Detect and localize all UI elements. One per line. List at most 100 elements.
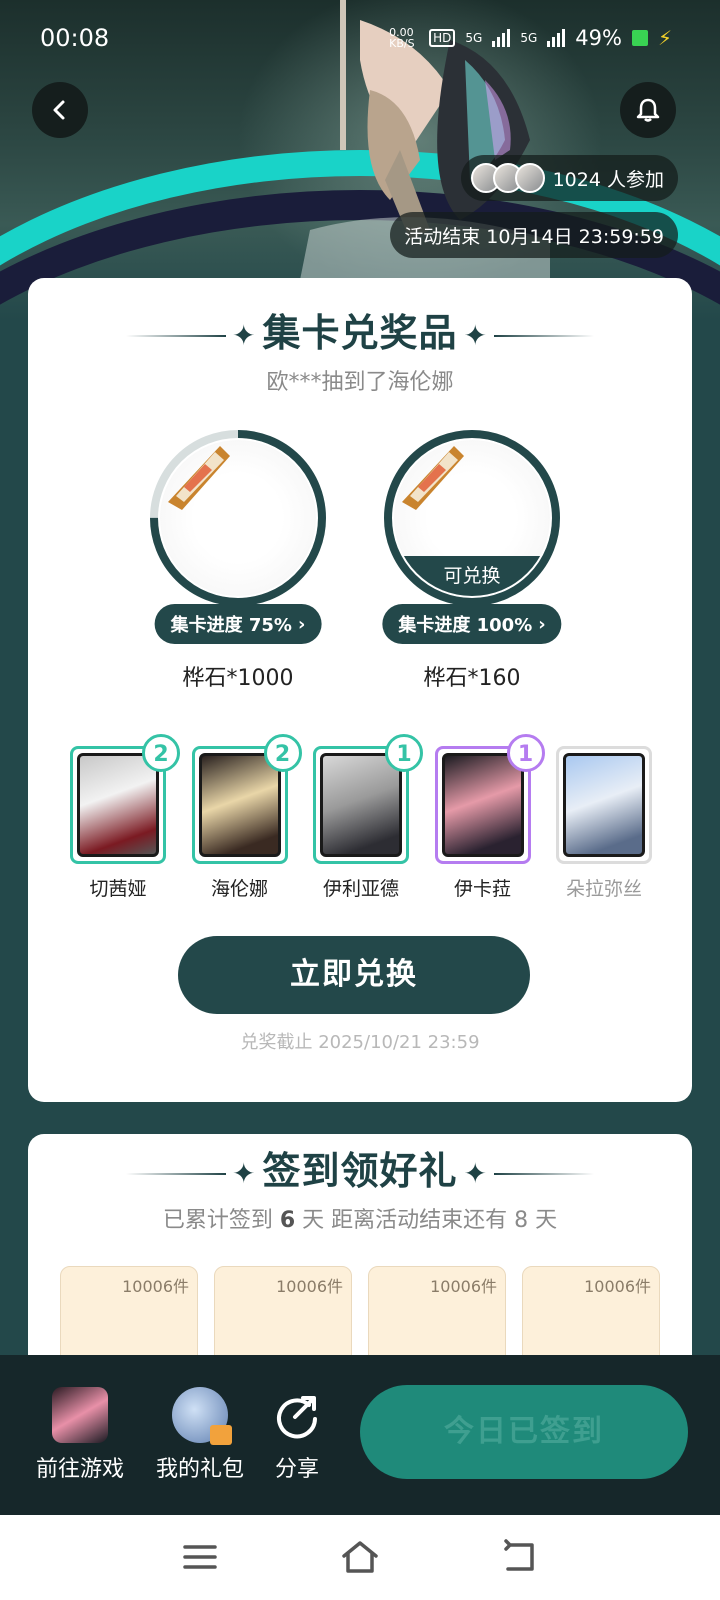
character-portrait bbox=[563, 753, 645, 857]
system-navigation-bar bbox=[0, 1515, 720, 1600]
back-nav-icon[interactable] bbox=[502, 1539, 538, 1575]
game-icon bbox=[52, 1387, 108, 1443]
prize-name: 桦石*1000 bbox=[182, 666, 294, 691]
title-divider-right bbox=[493, 334, 594, 337]
sparkle-icon: ✦ bbox=[232, 1157, 257, 1190]
card-count-badge: 2 bbox=[142, 734, 180, 772]
prize-name: 桦石*160 bbox=[423, 666, 521, 691]
card-exchange-heading: ✦ 集卡兑奖品 ✦ bbox=[28, 302, 692, 357]
go-game-button[interactable]: 前往游戏 bbox=[30, 1387, 130, 1483]
card-count-badge: 1 bbox=[385, 734, 423, 772]
home-icon[interactable] bbox=[340, 1539, 380, 1575]
my-gifts-label: 我的礼包 bbox=[155, 1457, 244, 1482]
share-button[interactable]: 分享 bbox=[262, 1387, 332, 1483]
redeem-deadline: 兑奖截止 2025/10/21 23:59 bbox=[240, 1032, 480, 1053]
signal-1-icon bbox=[492, 29, 511, 47]
title-divider-left bbox=[126, 334, 227, 337]
avatar bbox=[514, 163, 545, 193]
signal-2-label: 5G bbox=[520, 31, 538, 45]
character-name: 切茜娅 bbox=[89, 878, 147, 900]
battery-percent: 49% bbox=[575, 26, 622, 50]
signal-2-icon bbox=[547, 29, 566, 47]
gift-quantity: 10006件 bbox=[430, 1277, 497, 1296]
character-card[interactable]: 1 伊卡菈 bbox=[434, 734, 545, 901]
collect-progress-pill[interactable]: 集卡进度 100% › bbox=[382, 604, 562, 644]
character-name: 海伦娜 bbox=[210, 878, 268, 900]
card-exchange-panel: ✦集卡兑奖品✦ 欧***抽到了海伦娜 集卡进度 75% › 桦石*1000 bbox=[28, 278, 692, 1102]
hero-banner: 00:08 0.00 KB/S HD 5G 5G 49% ⚡ 1024 人参加 … bbox=[0, 0, 720, 320]
character-portrait bbox=[77, 753, 159, 857]
chevron-left-icon bbox=[53, 100, 65, 120]
character-name: 伊利亚德 bbox=[322, 878, 399, 900]
sign-in-subtitle: 已累计签到 6 天 距离活动结束还有 8 天 bbox=[28, 1202, 692, 1234]
battery-icon bbox=[631, 30, 648, 46]
character-portrait bbox=[441, 753, 524, 857]
card-count-badge: 1 bbox=[506, 734, 545, 772]
prize-image: 可兑换 bbox=[394, 440, 550, 596]
share-icon bbox=[277, 1396, 317, 1439]
character-card-frame bbox=[556, 746, 652, 864]
prize-item-1[interactable]: 集卡进度 75% › 桦石*1000 bbox=[148, 428, 328, 691]
hd-icon: HD bbox=[429, 29, 456, 47]
prize-image bbox=[160, 440, 316, 596]
sign-in-title: 签到领好礼 bbox=[262, 1149, 458, 1193]
gift-quantity: 10006件 bbox=[122, 1277, 189, 1296]
sign-in-prefix: 已累计签到 bbox=[162, 1208, 273, 1233]
character-portrait bbox=[320, 753, 402, 857]
character-portrait bbox=[198, 753, 281, 857]
go-game-label: 前往游戏 bbox=[35, 1457, 124, 1482]
bell-icon bbox=[636, 98, 660, 122]
collect-progress-pill[interactable]: 集卡进度 75% › bbox=[154, 604, 322, 644]
participant-avatars bbox=[470, 163, 545, 193]
character-card[interactable]: 1 伊利亚德 bbox=[313, 734, 423, 901]
charging-icon: ⚡ bbox=[657, 26, 672, 50]
status-icons: 0.00 KB/S HD 5G 5G 49% ⚡ bbox=[389, 26, 672, 50]
redeemable-badge: 可兑换 bbox=[394, 556, 550, 596]
back-button[interactable] bbox=[32, 82, 88, 138]
progress-ring: 可兑换 bbox=[382, 428, 562, 608]
status-time: 00:08 bbox=[40, 24, 110, 52]
net-speed: 0.00 KB/S bbox=[389, 26, 415, 50]
notification-button[interactable] bbox=[620, 82, 676, 138]
character-card-list: 2 切茜娅 2 海伦娜 1 伊利亚德 1 伊卡菈 朵拉弥丝 bbox=[70, 734, 660, 901]
sparkle-icon: ✦ bbox=[232, 319, 257, 352]
card-exchange-title: 集卡兑奖品 bbox=[262, 311, 458, 355]
prize-item-2[interactable]: 可兑换 集卡进度 100% › 桦石*160 bbox=[382, 428, 562, 691]
progress-label: 集卡进度 100% bbox=[398, 615, 533, 636]
chevron-right-icon: › bbox=[538, 613, 546, 635]
gift-quantity: 10006件 bbox=[584, 1277, 651, 1296]
my-gifts-button[interactable]: 我的礼包 bbox=[150, 1387, 250, 1483]
birch-stone-icon bbox=[168, 446, 230, 510]
participants-badge: 1024 人参加 bbox=[460, 155, 678, 201]
signal-1-label: 5G bbox=[465, 31, 483, 45]
bottom-action-bar: 前往游戏 我的礼包 分享 今日已签到 bbox=[0, 1355, 720, 1515]
gift-box-icon bbox=[210, 1425, 232, 1445]
gift-quantity: 10006件 bbox=[276, 1277, 343, 1296]
gift-pack-icon bbox=[172, 1387, 232, 1445]
status-bar: 00:08 0.00 KB/S HD 5G 5G 49% ⚡ bbox=[0, 0, 720, 76]
sparkle-icon: ✦ bbox=[463, 1157, 488, 1190]
share-label: 分享 bbox=[274, 1457, 319, 1482]
menu-icon[interactable] bbox=[182, 1539, 218, 1575]
character-card[interactable]: 朵拉弥丝 bbox=[556, 746, 660, 901]
character-card[interactable]: 2 海伦娜 bbox=[191, 734, 302, 901]
card-exchange-subtitle: 欧***抽到了海伦娜 bbox=[266, 370, 454, 395]
days-signed: 6 bbox=[279, 1208, 296, 1233]
character-card[interactable]: 2 切茜娅 bbox=[70, 734, 180, 901]
participants-count: 1024 人参加 bbox=[552, 168, 664, 191]
title-divider-left bbox=[126, 1172, 227, 1175]
chevron-right-icon: › bbox=[297, 613, 306, 635]
sparkle-icon: ✦ bbox=[463, 319, 488, 352]
character-name: 伊卡菈 bbox=[453, 878, 511, 900]
sign-in-heading: ✦ 签到领好礼 ✦ bbox=[28, 1140, 692, 1195]
card-count-badge: 2 bbox=[263, 734, 302, 772]
birch-stone-icon bbox=[402, 446, 464, 510]
sign-in-suffix: 天 bbox=[535, 1208, 558, 1233]
progress-ring bbox=[148, 428, 328, 608]
days-left: 8 bbox=[514, 1208, 529, 1233]
progress-label: 集卡进度 75% bbox=[170, 615, 292, 636]
title-divider-right bbox=[493, 1172, 594, 1175]
sign-in-mid: 天 距离活动结束还有 bbox=[302, 1208, 508, 1233]
redeem-now-button[interactable]: 立即兑换 bbox=[178, 936, 530, 1014]
signed-today-button[interactable]: 今日已签到 bbox=[360, 1385, 688, 1479]
